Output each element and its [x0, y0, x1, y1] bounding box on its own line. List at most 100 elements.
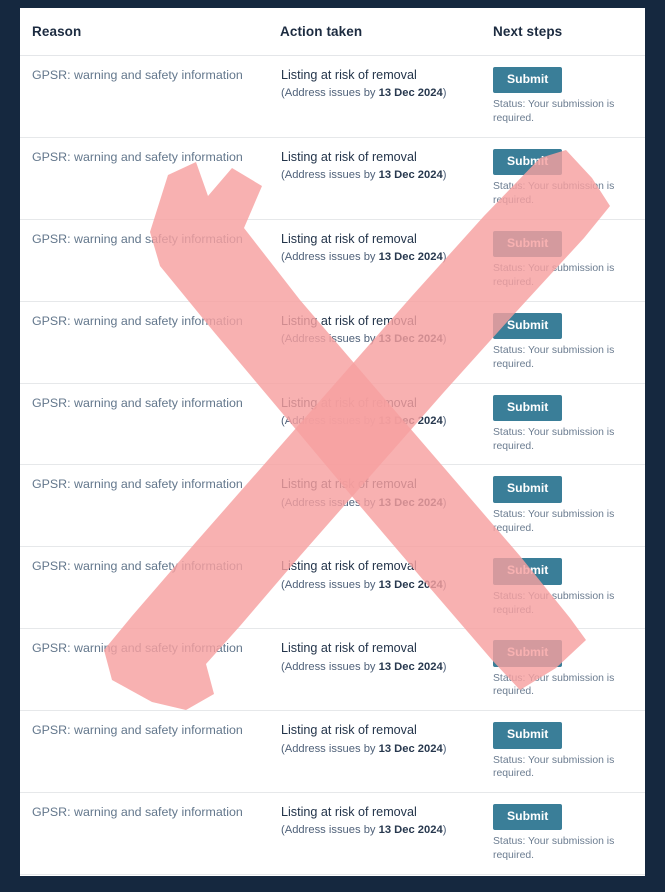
action-deadline-suffix: ) [442, 169, 447, 182]
reason-text: GPSR: warning and safety information [32, 68, 243, 82]
table-row: GPSR: warning and safety information List… [20, 219, 645, 302]
cell-next-steps: Submit Status: Your submission is require… [493, 628, 645, 712]
action-deadline: (Address issues by 13 Dec 2024) [281, 332, 492, 347]
cell-next-steps: Submit Status: Your submission is require… [493, 301, 645, 384]
listings-table: Reason Action taken Next steps GPSR: war… [20, 8, 645, 876]
table-row: GPSR: warning and safety information List… [20, 383, 645, 466]
reason-text: GPSR: warning and safety information [32, 477, 243, 492]
submit-button[interactable]: Submit [493, 312, 563, 340]
action-deadline-suffix: ) [442, 414, 447, 427]
table-row: GPSR: warning and safety information List… [20, 710, 645, 794]
submit-button[interactable]: Submit [493, 558, 563, 585]
cell-reason: GPSR: warning and safety information [20, 546, 280, 630]
action-deadline: (Address issues by 13 Dec 2024) [281, 250, 492, 265]
action-deadline-prefix: (Address issues by [281, 742, 379, 755]
cell-action-taken: Listing at risk of removal (Address issue… [280, 301, 493, 384]
action-deadline-date: 13 Dec 2024 [378, 660, 443, 673]
action-deadline: (Address issues by 13 Dec 2024) [281, 578, 492, 593]
reason-text: GPSR: warning and safety information [32, 149, 243, 164]
status-text: Status: Your submission is required. [493, 754, 615, 780]
reason-text: GPSR: warning and safety information [32, 231, 243, 246]
action-deadline-prefix: (Address issues by [281, 169, 379, 182]
action-title: Listing at risk of removal [281, 477, 417, 492]
submit-button[interactable]: Submit [493, 67, 563, 94]
reason-text: GPSR: warning and safety information [32, 313, 243, 328]
cell-next-steps: Submit Status: Your submission is require… [493, 546, 645, 630]
action-deadline-suffix: ) [442, 496, 447, 509]
cell-next-steps: Submit Status: Your submission is require… [493, 55, 645, 138]
action-deadline-suffix: ) [442, 742, 447, 755]
table-row: GPSR: warning and safety information List… [20, 546, 645, 630]
submit-button[interactable]: Submit [493, 804, 563, 831]
cell-reason: GPSR: warning and safety information [20, 137, 280, 220]
cell-action-taken: Listing at risk of removal(Address issue… [280, 874, 493, 876]
reason-text: GPSR: warning and safety information [32, 805, 243, 820]
action-deadline-date: 13 Dec 2024 [378, 496, 443, 509]
table-row: GPSR: warning and safety information List… [20, 628, 645, 712]
table-body: GPSR: warning and safety information List… [20, 55, 645, 876]
action-title: Listing at risk of removal [281, 559, 417, 574]
cell-action-taken: Listing at risk of removal(Address issue… [280, 792, 493, 875]
action-deadline-prefix: (Address issues by [281, 333, 379, 346]
action-deadline: (Address issues by 13 Dec 2024) [281, 660, 492, 675]
action-deadline: (Address issues by 13 Dec 2024) [281, 414, 492, 429]
screenshot-root: Reason Action taken Next steps GPSR: war… [0, 0, 665, 892]
action-deadline-prefix: (Address issues by [281, 660, 379, 673]
table-row: GPSR: warning and safety information List… [20, 464, 645, 548]
action-deadline-suffix: ) [442, 251, 447, 264]
action-deadline-suffix: ) [442, 578, 447, 591]
action-title: Listing at risk of removal [281, 231, 417, 246]
action-deadline-prefix: (Address issues by [281, 578, 379, 591]
reason-text: GPSR: warning and safety information [32, 641, 243, 656]
cell-reason: GPSR: warning and safety information [20, 301, 280, 384]
column-header-next-steps: Next steps [493, 8, 645, 56]
cell-next-steps: Submit Status: Your submission is require… [493, 464, 645, 548]
table-header: Reason Action taken Next steps [20, 8, 645, 56]
action-deadline-suffix: ) [442, 87, 447, 100]
submit-button[interactable]: Submit [493, 640, 563, 667]
column-header-action-taken: Action taken [280, 8, 493, 56]
cell-next-steps: Submit Status: Your submission is require… [493, 219, 645, 302]
submit-button[interactable]: Submit [493, 476, 563, 503]
table-row: GPSR: warning and safety information List… [20, 301, 645, 384]
cell-reason: GPSR: warning and safety information [20, 55, 280, 138]
cell-reason: GPSR: warning and safety information [20, 874, 280, 876]
submit-button[interactable]: Submit [493, 230, 563, 258]
action-title: Listing at risk of removal [281, 313, 417, 328]
action-title: Listing at risk of removal [281, 149, 417, 164]
action-deadline-date: 13 Dec 2024 [378, 169, 443, 182]
action-title: Listing at risk of removal [281, 641, 417, 656]
cell-next-steps: Submit Status: Your submission is require… [493, 383, 645, 466]
action-deadline-suffix: ) [442, 824, 447, 837]
action-title: Listing at risk of removal [281, 723, 417, 738]
status-text: Status: Your submission is required. [493, 836, 615, 862]
status-text: Status: Your submission is required. [493, 263, 615, 288]
action-deadline-date: 13 Dec 2024 [378, 251, 443, 264]
submit-button[interactable]: Submit [493, 394, 563, 421]
action-deadline-prefix: (Address issues by [281, 414, 379, 427]
cell-next-steps: Submit Status: Your submission is require… [493, 137, 645, 220]
table-row: GPSR: warning and safety information List… [20, 55, 645, 138]
cell-reason: GPSR: warning and safety information [20, 628, 280, 712]
submit-button[interactable]: Submit [493, 722, 563, 749]
reason-text: GPSR: warning and safety information [32, 559, 243, 574]
cell-next-steps: Submit Status: Your submission is require… [493, 710, 645, 794]
action-deadline-suffix: ) [442, 333, 447, 346]
action-deadline-prefix: (Address issues by [281, 824, 379, 837]
cell-reason: GPSR: warning and safety information [20, 464, 280, 548]
action-deadline-prefix: (Address issues by [281, 251, 379, 264]
action-title: Listing at risk of removal [281, 68, 417, 82]
action-deadline-date: 13 Dec 2024 [378, 824, 443, 837]
cell-action-taken: Listing at risk of removal (Address issue… [280, 55, 493, 138]
cell-next-steps: Submit Status: Your submission is require… [493, 792, 645, 875]
action-deadline-suffix: ) [442, 660, 447, 673]
cell-reason: GPSR: warning and safety information [20, 219, 280, 302]
cell-action-taken: Listing at risk of removal(Address issue… [280, 464, 493, 548]
action-deadline-date: 13 Dec 2024 [378, 742, 443, 755]
submit-button[interactable]: Submit [493, 148, 563, 176]
action-deadline: (Address issues by 13 Dec 2024) [281, 86, 492, 101]
table-row: GPSR: warning and safety information List… [20, 792, 645, 875]
reason-text: GPSR: warning and safety information [32, 723, 243, 738]
cell-reason: GPSR: warning and safety information [20, 383, 280, 466]
action-deadline-date: 13 Dec 2024 [378, 87, 443, 100]
